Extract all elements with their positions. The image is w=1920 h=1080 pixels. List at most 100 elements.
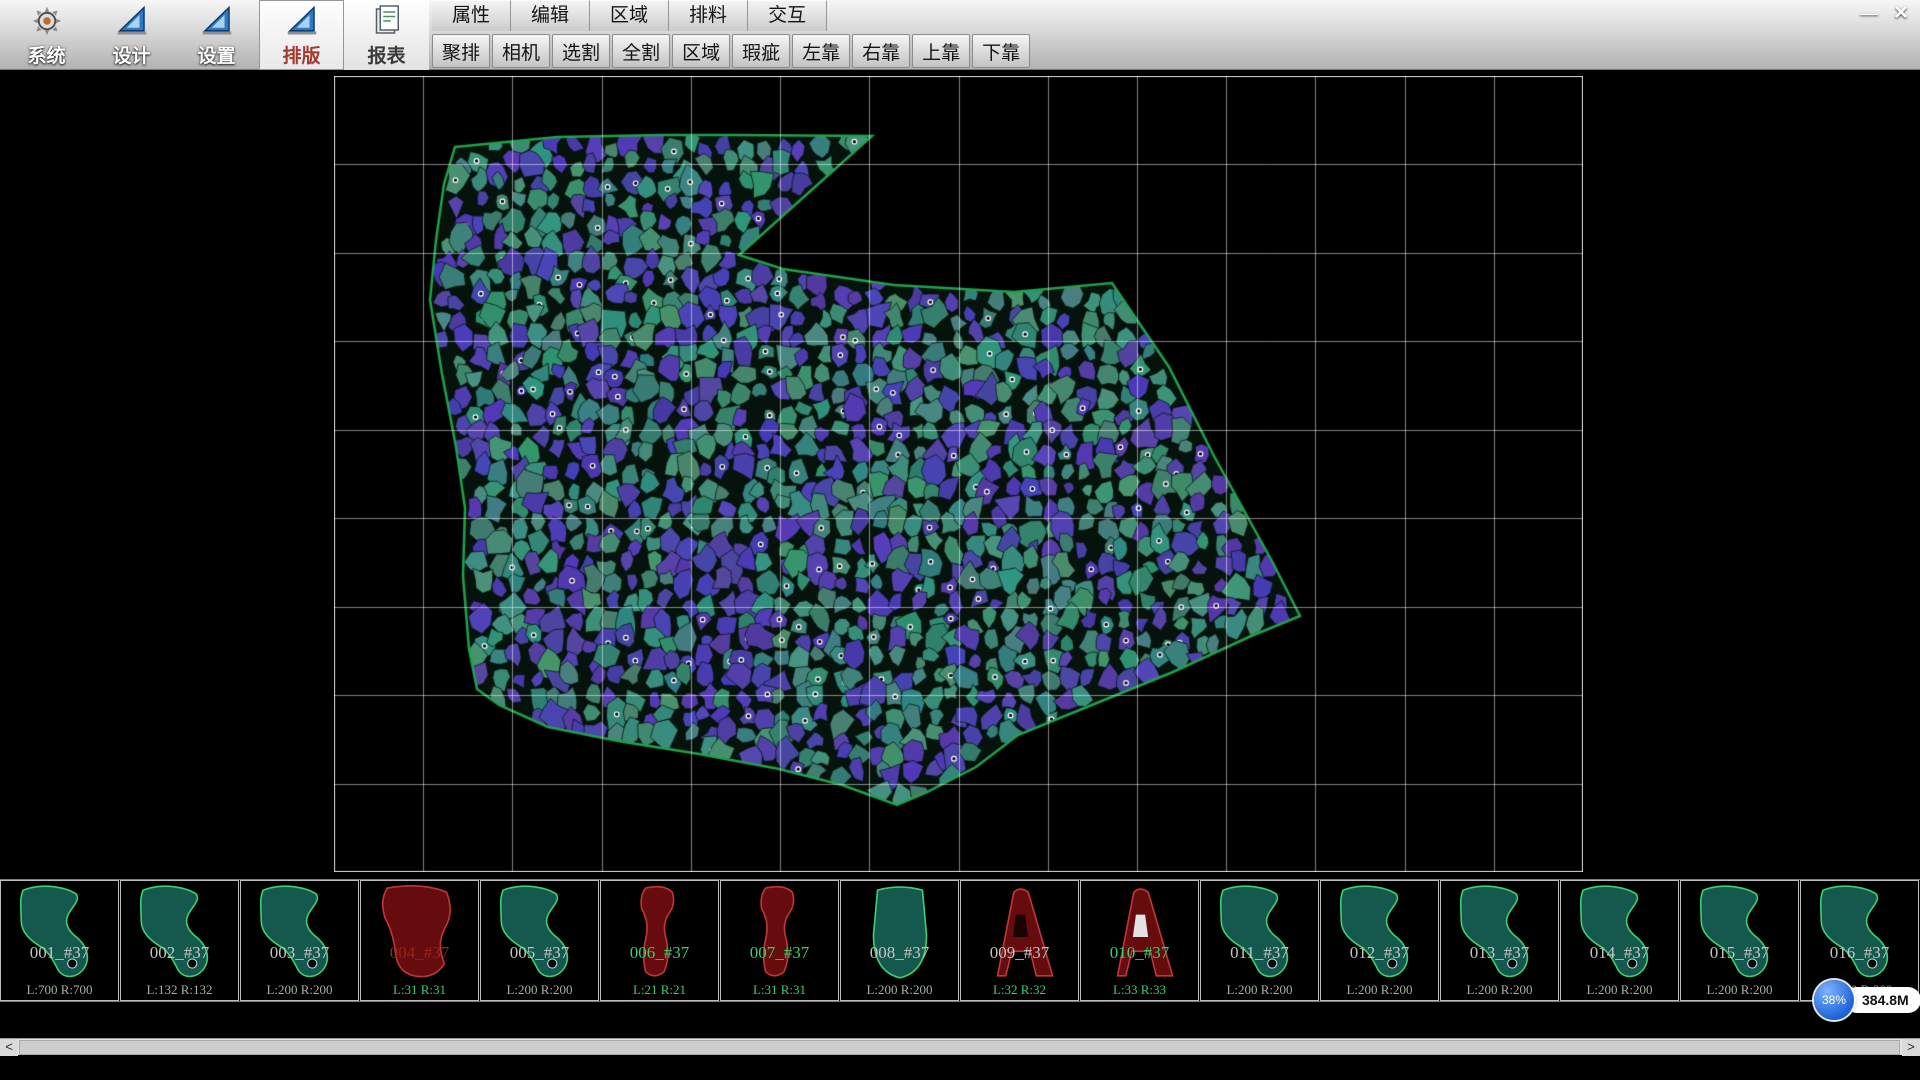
tool-button[interactable]: 右靠 (852, 34, 910, 68)
part-meta: L:200 R:200 (1441, 982, 1558, 998)
part-thumbnail[interactable]: 014_#37 L:200 R:200 (1560, 880, 1679, 1001)
menu-item[interactable]: 排料 (669, 0, 748, 31)
scroll-left-arrow[interactable]: < (0, 1039, 18, 1056)
part-id: 013_#37 (1441, 943, 1558, 963)
memory-value: 384.8M (1844, 987, 1920, 1013)
horizontal-scrollbar[interactable]: < > (0, 1038, 1920, 1055)
part-thumbnail[interactable]: 005_#37 L:200 R:200 (480, 880, 599, 1001)
part-shape-icon (1809, 882, 1911, 988)
scroll-right-arrow[interactable]: > (1902, 1039, 1920, 1056)
app-tab-label: 排版 (282, 41, 320, 68)
close-button[interactable]: × (1894, 2, 1908, 24)
tool-button[interactable]: 区域 (672, 34, 730, 68)
part-shape-icon (1329, 882, 1431, 988)
part-shape-icon (9, 882, 111, 988)
part-shape-icon (1569, 882, 1671, 988)
part-meta: L:132 R:132 (121, 982, 238, 998)
part-id: 005_#37 (481, 943, 598, 963)
tool-button[interactable]: 全割 (612, 34, 670, 68)
part-meta: L:200 R:200 (1561, 982, 1678, 998)
part-thumbnail[interactable]: 004_#37 L:31 R:31 (360, 880, 479, 1001)
progress-indicator: 38% (1814, 980, 1854, 1020)
part-thumbnail[interactable]: 015_#37 L:200 R:200 (1680, 880, 1799, 1001)
part-id: 008_#37 (841, 943, 958, 963)
tool-button[interactable]: 瑕疵 (732, 34, 790, 68)
part-meta: L:200 R:200 (1681, 982, 1798, 998)
tool-button[interactable]: 聚排 (432, 34, 490, 68)
nesting-canvas[interactable] (334, 76, 1583, 872)
part-thumbnail[interactable]: 009_#37 L:32 R:32 (960, 880, 1079, 1001)
app-tab[interactable]: 系统 (4, 0, 89, 70)
app-tab-label: 设置 (197, 41, 235, 68)
app-tab[interactable]: 报表 (344, 0, 429, 70)
part-meta: L:21 R:21 (601, 982, 718, 998)
part-meta: L:32 R:32 (961, 982, 1078, 998)
part-meta: L:200 R:200 (1321, 982, 1438, 998)
app-window: 系统 设计 设置 排版 报表 (0, 0, 1920, 1080)
part-id: 010_#37 (1081, 943, 1198, 963)
toolbar-area: 系统 设计 设置 排版 报表 (0, 0, 1920, 70)
part-id: 009_#37 (961, 943, 1078, 963)
settings-triangle-icon (197, 2, 237, 40)
report-document-icon (367, 2, 407, 40)
part-thumbnail[interactable]: 008_#37 L:200 R:200 (840, 880, 959, 1001)
window-controls: — × (1860, 2, 1908, 24)
app-tab[interactable]: 设置 (174, 0, 259, 70)
system-gear-icon (27, 2, 67, 40)
tool-button[interactable]: 下靠 (972, 34, 1030, 68)
part-thumbnail[interactable]: 006_#37 L:21 R:21 (600, 880, 719, 1001)
tool-bar: 聚排 相机 选割 全割 区域 瑕疵 左靠 右靠 上靠 下靠 (432, 32, 1030, 70)
part-meta: L:31 R:31 (361, 982, 478, 998)
part-shape-icon (1089, 882, 1191, 988)
part-thumbnail[interactable]: 012_#37 L:200 R:200 (1320, 880, 1439, 1001)
minimize-button[interactable]: — (1860, 2, 1878, 24)
part-meta: L:200 R:200 (241, 982, 358, 998)
part-id: 006_#37 (601, 943, 718, 963)
part-shape-icon (129, 882, 231, 988)
part-thumbnail[interactable]: 010_#37 L:33 R:33 (1080, 880, 1199, 1001)
part-id: 004_#37 (361, 943, 478, 963)
tool-button[interactable]: 选割 (552, 34, 610, 68)
part-shape-icon (1209, 882, 1311, 988)
app-tab-label: 系统 (27, 41, 65, 68)
part-id: 001_#37 (1, 943, 118, 963)
part-meta: L:31 R:31 (721, 982, 838, 998)
part-id: 007_#37 (721, 943, 838, 963)
app-tab-label: 报表 (367, 41, 405, 68)
parts-strip: 001_#37 L:700 R:700 002_#37 L:132 R:132 … (0, 879, 1920, 1002)
menu-item[interactable]: 编辑 (511, 0, 590, 31)
app-tab-bar: 系统 设计 设置 排版 报表 (4, 0, 429, 70)
menu-item[interactable]: 交互 (748, 0, 827, 31)
part-thumbnail[interactable]: 011_#37 L:200 R:200 (1200, 880, 1319, 1001)
part-meta: L:200 R:200 (481, 982, 598, 998)
part-meta: L:200 R:200 (1201, 982, 1318, 998)
part-meta: L:200 R:200 (841, 982, 958, 998)
part-thumbnail[interactable]: 003_#37 L:200 R:200 (240, 880, 359, 1001)
part-thumbnail[interactable]: 007_#37 L:31 R:31 (720, 880, 839, 1001)
workspace-area (0, 70, 1920, 879)
part-thumbnail[interactable]: 002_#37 L:132 R:132 (120, 880, 239, 1001)
menu-item[interactable]: 属性 (432, 0, 511, 31)
tool-button[interactable]: 上靠 (912, 34, 970, 68)
part-shape-icon (969, 882, 1071, 988)
progress-value: 38% (1822, 993, 1846, 1007)
part-id: 014_#37 (1561, 943, 1678, 963)
part-id: 016_#37 (1801, 943, 1918, 963)
part-id: 003_#37 (241, 943, 358, 963)
part-shape-icon (849, 882, 951, 988)
part-thumbnail[interactable]: 013_#37 L:200 R:200 (1440, 880, 1559, 1001)
part-id: 012_#37 (1321, 943, 1438, 963)
menu-bar: 属性 编辑 区域 排料 交互 (432, 0, 827, 31)
part-id: 011_#37 (1201, 943, 1318, 963)
menu-item[interactable]: 区域 (590, 0, 669, 31)
app-tab[interactable]: 排版 (259, 0, 344, 70)
app-tab[interactable]: 设计 (89, 0, 174, 70)
tool-button[interactable]: 左靠 (792, 34, 850, 68)
part-shape-icon (1689, 882, 1791, 988)
part-thumbnail[interactable]: 001_#37 L:700 R:700 (0, 880, 119, 1001)
scroll-thumb[interactable] (19, 1040, 1900, 1055)
part-id: 002_#37 (121, 943, 238, 963)
tool-button[interactable]: 相机 (492, 34, 550, 68)
part-meta: L:700 R:700 (1, 982, 118, 998)
part-shape-icon (249, 882, 351, 988)
